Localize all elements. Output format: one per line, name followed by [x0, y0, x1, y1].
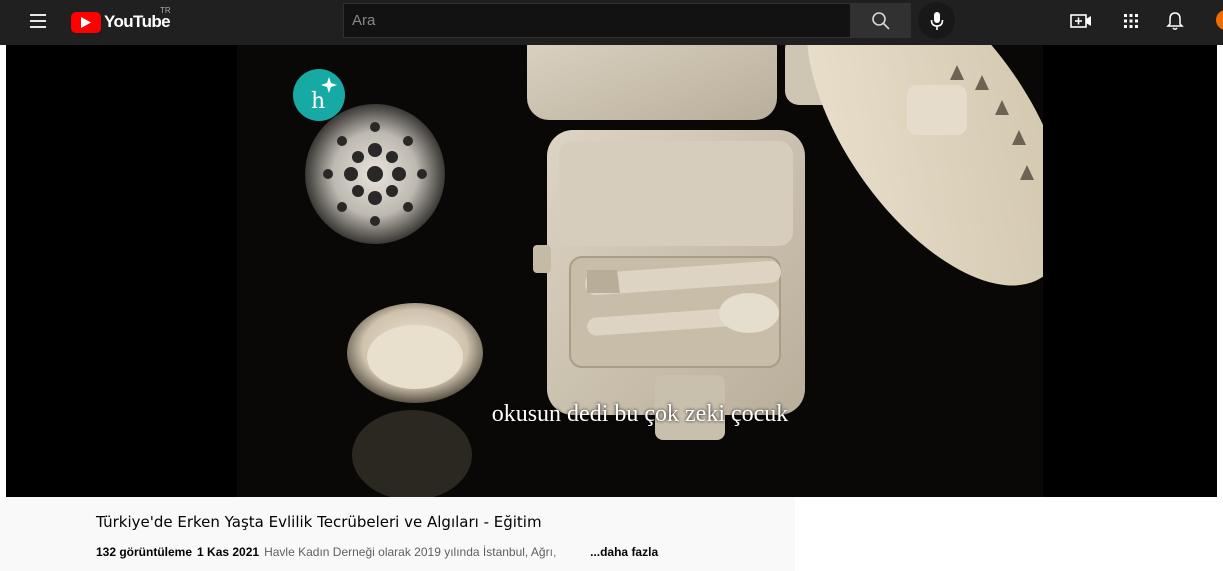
avatar[interactable] [1216, 10, 1223, 30]
video-image: h okusun dedi bu çok zeki çocuk [237, 45, 1043, 497]
menu-icon[interactable] [30, 14, 46, 28]
channel-watermark: h [311, 89, 325, 114]
video-info-panel: Türkiye'de Erken Yaşta Evlilik Tecrübele… [0, 497, 795, 571]
video-meta[interactable]: 132 görüntüleme 1 Kas 2021 Havle Kadın D… [96, 545, 658, 559]
video-player[interactable]: h okusun dedi bu çok zeki çocuk [0, 45, 1223, 497]
youtube-logo[interactable]: YouTube TR [71, 6, 171, 34]
voice-search-button[interactable] [918, 2, 955, 39]
logo-wordmark: YouTube [104, 12, 171, 31]
search-button[interactable] [850, 3, 911, 38]
search-box [343, 3, 850, 38]
create-video-button[interactable] [1069, 9, 1093, 33]
view-count: 132 görüntüleme [96, 545, 193, 559]
notifications-button[interactable] [1163, 9, 1187, 33]
search-input[interactable] [344, 4, 832, 37]
create-video-icon [1070, 14, 1091, 28]
apps-button[interactable] [1119, 9, 1143, 33]
video-frame[interactable]: h okusun dedi bu çok zeki çocuk [6, 45, 1217, 497]
search-icon [871, 11, 890, 30]
top-bar: YouTube TR [0, 0, 1223, 45]
bell-icon [1166, 12, 1184, 30]
video-subtitle: okusun dedi bu çok zeki çocuk [491, 401, 789, 427]
mic-icon [930, 11, 943, 30]
description-snippet: Havle Kadın Derneği olarak 2019 yılında … [264, 545, 557, 559]
apps-grid-icon [1124, 14, 1138, 28]
play-logo-icon [71, 11, 101, 33]
show-more-link[interactable]: ...daha fazla [590, 545, 658, 559]
country-code: TR [160, 6, 171, 15]
upload-date: 1 Kas 2021 [197, 545, 260, 559]
video-title: Türkiye'de Erken Yaşta Evlilik Tecrübele… [96, 513, 542, 531]
